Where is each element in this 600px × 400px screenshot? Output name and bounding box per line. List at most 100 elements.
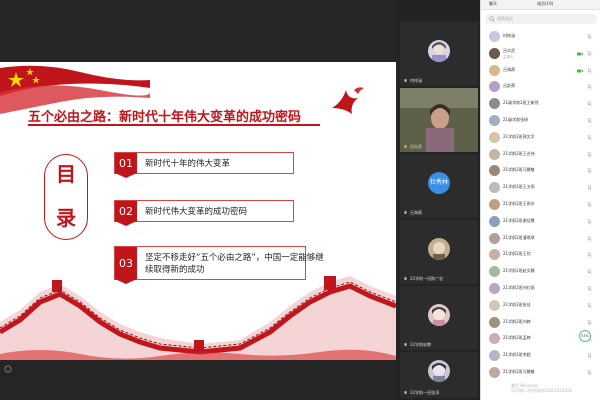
member-row[interactable]: 时梓涵 [481, 28, 600, 47]
member-name: 21学前2班王欣 [503, 251, 531, 257]
video-tile[interactable]: 22学前一班张涛 [400, 352, 478, 398]
member-row[interactable]: 21学前2班刘婷 [481, 314, 600, 333]
mic-muted-icon[interactable] [587, 118, 592, 124]
video-tile[interactable]: 22学前幼教 [400, 286, 478, 350]
toc-char-1: 目 [56, 162, 76, 186]
member-name: 21学前2班王志伟 [503, 150, 535, 156]
member-row[interactable]: 21学前2班马慧敏 [481, 364, 600, 383]
member-row[interactable]: 21学前2班邢文文 [481, 129, 600, 148]
member-row[interactable]: 21学前2班王志伟 [481, 146, 600, 165]
mic-muted-icon[interactable] [587, 319, 592, 326]
avatar [489, 215, 500, 227]
mic-muted-icon[interactable] [587, 235, 592, 242]
avatar [489, 98, 500, 110]
member-name: 21学前2班邢文文 [503, 133, 535, 139]
tile-name: 22学前一班陈广宏 [410, 276, 444, 281]
toc-item-text: 新时代十年的伟大变革 [145, 159, 231, 169]
member-row[interactable]: 21学前2班李超 [481, 347, 600, 366]
member-row[interactable]: 吕丰武 主持人 [481, 45, 600, 64]
member-row[interactable]: 21学前2班谢佳慧 [481, 213, 600, 232]
avatar [489, 182, 500, 194]
member-row[interactable]: 21学前2班张佳 [481, 297, 600, 316]
member-row[interactable]: 21级学前2班王新然 [481, 95, 600, 114]
search-input[interactable]: 搜索成员 [485, 14, 597, 24]
text-avatar: 杜秀林 [428, 172, 450, 194]
member-name: 吕舒燕 [503, 83, 515, 89]
camera-icon[interactable] [577, 69, 583, 73]
slide-title: 五个必由之路：新时代十年伟大变革的成功密码 [28, 110, 302, 125]
member-row[interactable]: 21学前2班孟婷 53% [481, 330, 600, 349]
mic-muted-icon[interactable] [587, 202, 592, 208]
member-row[interactable]: 21学前2班赵文静 [481, 263, 600, 282]
member-row[interactable]: 21级学前张研 [481, 112, 600, 131]
avatar [489, 333, 500, 345]
mic-icon [404, 343, 407, 346]
member-name: 21级学前2班王新然 [503, 100, 539, 106]
panel-header: 聊天 成员(19) [481, 0, 600, 10]
member-row[interactable]: 21学前2班潘琪琪 [481, 230, 600, 249]
member-panel: 聊天 成员(19) 搜索成员 时梓涵 吕丰武 主持人吕海燕吕舒燕 21级学前2班王新然… [480, 0, 600, 400]
title-underline [28, 124, 320, 126]
member-row[interactable]: 吕海燕 [481, 62, 600, 81]
mic-muted-icon[interactable] [587, 84, 592, 91]
avatar [489, 367, 500, 378]
mic-muted-icon[interactable] [587, 151, 592, 158]
member-name: 21学前2班王雨辛 [503, 201, 535, 206]
toc-char-2: 录 [56, 206, 76, 230]
member-name: 21学前2班赵文静 [503, 268, 535, 274]
member-name: 吕丰武 [503, 47, 515, 53]
mic-muted-icon[interactable] [587, 101, 592, 107]
mic-muted-icon[interactable] [587, 168, 592, 175]
video-tile[interactable]: 杜秀林 吕海燕 [400, 154, 478, 218]
member-name: 吕海燕 [503, 66, 515, 72]
avatar [489, 131, 500, 143]
meeting-window: 五个必由之路：新时代十年伟大变革的成功密码 目 录 01 新时代十年的伟大变革 … [0, 0, 600, 400]
member-row[interactable]: 21学前2班刘红丽 [481, 280, 600, 299]
mic-muted-icon[interactable] [587, 134, 592, 141]
mic-icon [404, 211, 407, 214]
mic-muted-icon[interactable] [587, 353, 592, 359]
drag-handle-icon[interactable] [4, 365, 12, 373]
avatar [489, 299, 500, 311]
tile-name: 吕海燕 [410, 210, 422, 215]
member-row[interactable]: 21学前2班马慧敏 [481, 162, 600, 181]
mic-active-icon [404, 145, 407, 148]
mic-muted-icon[interactable] [587, 185, 592, 191]
video-tile-camera[interactable]: 吕丰武 [400, 88, 478, 152]
toc-item-number: 01 [115, 153, 137, 178]
mic-muted-icon[interactable] [587, 67, 592, 74]
avatar [489, 31, 500, 42]
member-name: 21学前2班马慧敏 [503, 167, 535, 173]
tile-name: 22学前幼教 [410, 342, 432, 347]
mic-muted-icon[interactable] [587, 50, 592, 57]
camera-icon[interactable] [577, 52, 583, 56]
mic-muted-icon[interactable] [587, 269, 592, 275]
avatar [489, 148, 500, 160]
mic-icon [404, 79, 407, 82]
video-tile[interactable]: 何梓涵 [400, 22, 478, 86]
tile-name: 吕丰武 [410, 144, 422, 149]
tab-chat[interactable]: 聊天 [489, 1, 497, 7]
member-row[interactable]: 21学前2班王雨辛 [481, 196, 600, 215]
avatar [489, 316, 500, 328]
member-name: 21学前2班刘婷 [503, 318, 531, 324]
mic-muted-icon[interactable] [587, 370, 592, 376]
member-row[interactable]: 21学前2班王五雨 [481, 179, 600, 198]
tab-members[interactable]: 成员(19) [537, 1, 553, 7]
mic-muted-icon[interactable] [587, 218, 592, 225]
dove-decoration [328, 82, 368, 122]
member-row[interactable]: 吕舒燕 [481, 78, 600, 97]
member-role: 主持人 [503, 54, 514, 59]
mic-muted-icon[interactable] [587, 302, 592, 309]
member-row[interactable]: 21学前2班王欣 [481, 246, 600, 265]
member-name: 21学前2班王五雨 [503, 184, 535, 190]
avatar [428, 238, 450, 260]
great-wall-illustration [0, 262, 396, 360]
mic-muted-icon[interactable] [587, 252, 592, 259]
mic-muted-icon[interactable] [587, 286, 592, 292]
avatar [428, 304, 450, 326]
mic-muted-icon[interactable] [587, 34, 592, 40]
video-tile[interactable]: 22学前一班陈广宏 [400, 220, 478, 284]
avatar [489, 115, 500, 126]
toc-item-1: 01 新时代十年的伟大变革 [114, 152, 294, 178]
